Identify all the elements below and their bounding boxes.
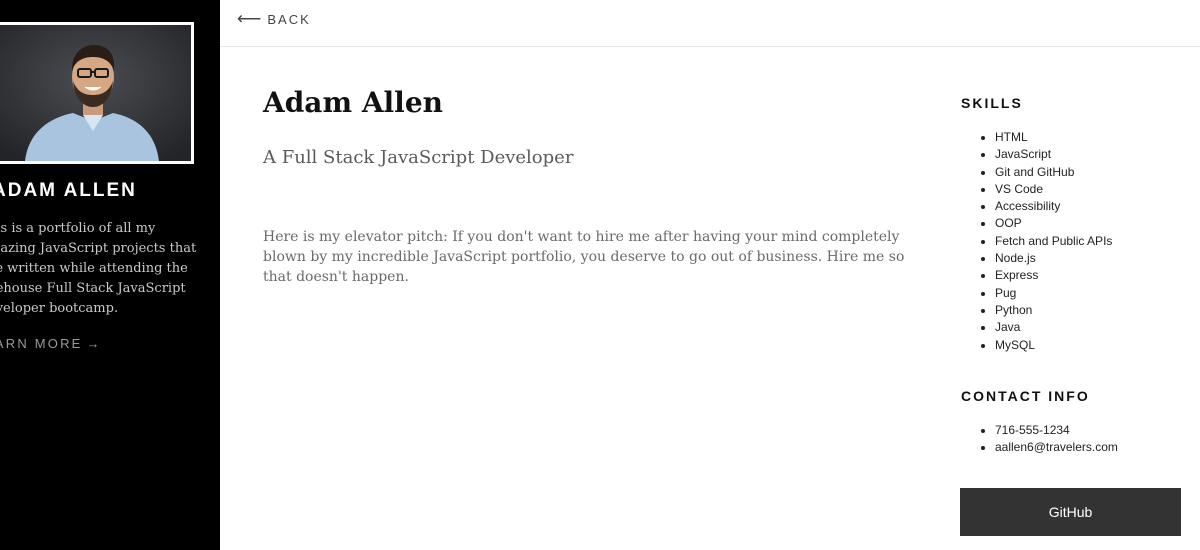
- skills-heading: SKILLS: [961, 95, 1023, 111]
- learn-more-label: EARN MORE: [0, 336, 83, 351]
- skill-item: Java: [995, 319, 1112, 336]
- back-label: BACK: [267, 12, 311, 27]
- profile-photo-image: [0, 25, 191, 161]
- skill-item: JavaScript: [995, 146, 1112, 163]
- skill-item: OOP: [995, 215, 1112, 232]
- top-bar: ⟵ BACK: [220, 0, 1200, 47]
- skill-item: Fetch and Public APIs: [995, 233, 1112, 250]
- contact-email: aallen6@travelers.com: [995, 439, 1118, 456]
- github-button[interactable]: GitHub: [960, 488, 1181, 536]
- contact-phone: 716-555-1234: [995, 422, 1118, 439]
- sidebar-name: ADAM ALLEN: [0, 180, 137, 201]
- page-subtitle: A Full Stack JavaScript Developer: [263, 147, 574, 168]
- skill-item: MySQL: [995, 337, 1112, 354]
- profile-photo: [0, 22, 194, 164]
- skill-item: VS Code: [995, 181, 1112, 198]
- arrow-right-icon: →: [86, 336, 100, 351]
- arrow-left-icon: ⟵: [237, 9, 262, 28]
- contact-heading: CONTACT INFO: [961, 388, 1090, 404]
- skill-item: Node.js: [995, 250, 1112, 267]
- contact-list: 716-555-1234 aallen6@travelers.com: [961, 422, 1118, 457]
- skill-item: Python: [995, 302, 1112, 319]
- sidebar: ADAM ALLEN his is a portfolio of all my …: [0, 0, 220, 550]
- skill-item: Accessibility: [995, 198, 1112, 215]
- learn-more-link[interactable]: EARN MORE→: [0, 336, 100, 351]
- skill-item: HTML: [995, 129, 1112, 146]
- elevator-pitch: Here is my elevator pitch: If you don't …: [263, 229, 905, 285]
- skill-item: Git and GitHub: [995, 164, 1112, 181]
- skills-list: HTML JavaScript Git and GitHub VS Code A…: [961, 129, 1112, 354]
- sidebar-bio: his is a portfolio of all my mazing Java…: [0, 221, 197, 316]
- page-title: Adam Allen: [263, 86, 443, 119]
- skill-item: Express: [995, 267, 1112, 284]
- skill-item: Pug: [995, 285, 1112, 302]
- back-link[interactable]: ⟵ BACK: [237, 9, 311, 29]
